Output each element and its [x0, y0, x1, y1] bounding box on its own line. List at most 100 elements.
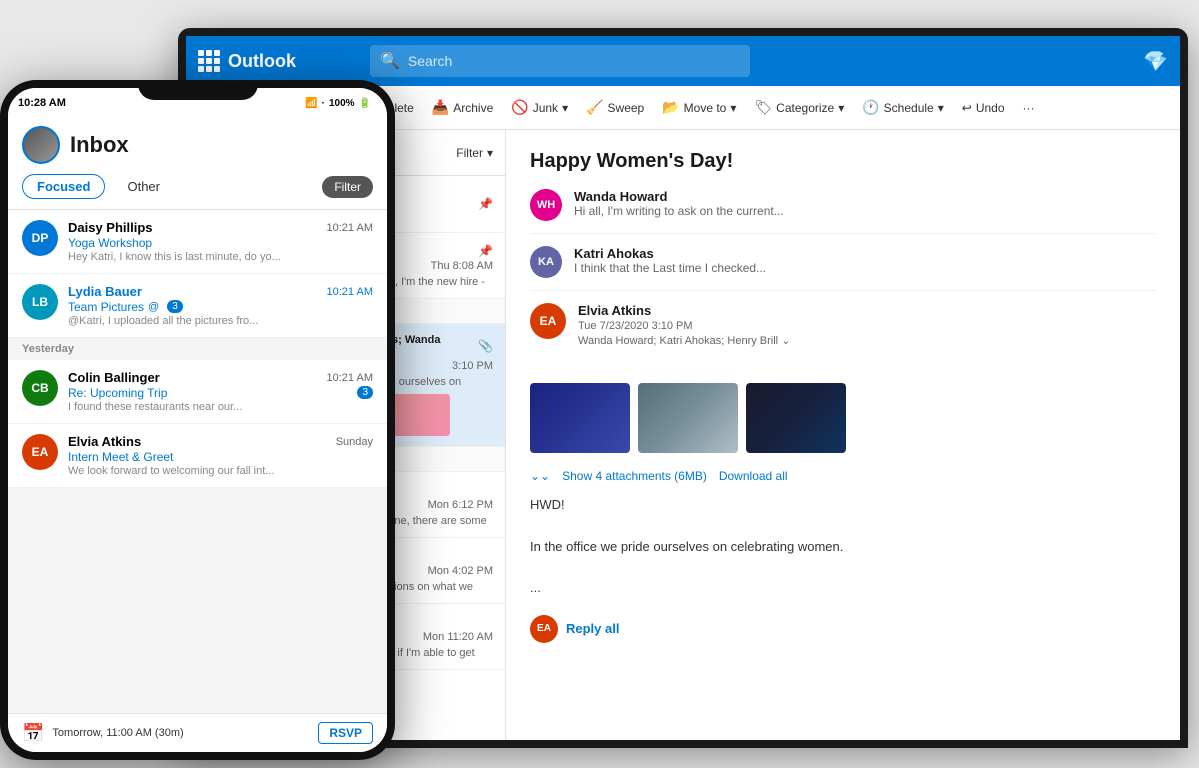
reading-sender-row: WH Wanda Howard Hi all, I'm writing to a…	[530, 189, 1156, 234]
signal-icon: 📶	[305, 98, 317, 109]
pin-icon[interactable]: 📌	[478, 197, 493, 211]
archive-icon: 📥	[432, 99, 449, 116]
email-time: 3:10 PM	[452, 360, 493, 372]
avatar: DP	[22, 220, 58, 256]
undo-icon: ↩	[962, 101, 972, 115]
reading-pane: Happy Women's Day! WH Wanda Howard Hi al…	[506, 130, 1180, 740]
outlook-logo-area: Outlook	[198, 50, 358, 72]
junk-button[interactable]: 🚫 Junk ▾	[503, 95, 576, 120]
unread-badge: 3	[357, 386, 373, 399]
reading-sender-row: KA Katri Ahokas I think that the Last ti…	[530, 246, 1156, 291]
move-chevron-icon: ▾	[730, 101, 736, 115]
outlook-header: Outlook 🔍 💎	[186, 36, 1180, 86]
undo-button[interactable]: ↩ Undo	[954, 97, 1013, 119]
schedule-button[interactable]: 🕐 Schedule ▾	[854, 95, 952, 120]
avatar: EA	[530, 615, 558, 643]
phone-inbox-header: Inbox Focused Other Filter	[8, 118, 387, 210]
phone-notch	[138, 80, 258, 100]
phone-email-item[interactable]: DP Daisy Phillips 10:21 AM Yoga Workshop…	[8, 210, 387, 274]
avatar: WH	[530, 189, 562, 221]
rsvp-button[interactable]: RSVP	[318, 722, 373, 744]
reply-all-button[interactable]: Reply all	[566, 621, 619, 636]
sender-name: Katri Ahokas	[574, 246, 766, 261]
avatar: LB	[22, 284, 58, 320]
phone-sender: Lydia Bauer	[68, 284, 142, 299]
phone-filter-button[interactable]: Filter	[322, 176, 373, 198]
archive-button[interactable]: 📥 Archive	[424, 95, 501, 120]
avatar: KA	[530, 246, 562, 278]
schedule-icon: 🕐	[862, 99, 879, 116]
reading-sender-main: EA Elvia Atkins Tue 7/23/2020 3:10 PM Wa…	[530, 303, 1156, 359]
phone-tab-other[interactable]: Other	[113, 175, 174, 198]
phone-subject: Intern Meet & Greet	[68, 450, 373, 464]
phone-preview: Hey Katri, I know this is last minute, d…	[68, 251, 373, 263]
phone-subject: Team Pictures	[68, 300, 144, 314]
email-time: Mon 4:02 PM	[428, 565, 493, 577]
sweep-icon: 🧹	[586, 99, 603, 116]
avatar: CB	[22, 370, 58, 406]
waffle-icon[interactable]	[198, 50, 220, 72]
attachments-label[interactable]: Show 4 attachments (6MB)	[562, 469, 707, 483]
phone-shell: 10:28 AM 📶 · 100% 🔋 Inbox Focused Other …	[0, 80, 395, 760]
phone-preview: @Katri, I uploaded all the pictures fro.…	[68, 315, 373, 327]
phone-email-item[interactable]: EA Elvia Atkins Sunday Intern Meet & Gre…	[8, 424, 387, 488]
junk-icon: 🚫	[511, 99, 528, 116]
sweep-button[interactable]: 🧹 Sweep	[578, 95, 652, 120]
more-actions-button[interactable]: ···	[1015, 97, 1043, 119]
email-reading-subject: Happy Women's Day!	[530, 150, 1156, 173]
reading-image-2	[638, 383, 738, 453]
search-icon: 🔍	[380, 51, 400, 71]
at-mention-icon: @	[148, 301, 159, 313]
categorize-chevron-icon: ▾	[838, 101, 844, 115]
filter-button[interactable]: Filter ▾	[456, 146, 493, 160]
schedule-chevron-icon: ▾	[938, 101, 944, 115]
sender-preview: I think that the Last time I checked...	[574, 261, 766, 275]
show-attachments-icon: ⌄⌄	[530, 469, 550, 483]
reading-images	[530, 383, 1156, 453]
phone-calendar-text: Tomorrow, 11:00 AM (30m)	[52, 727, 310, 739]
phone-time: 10:28 AM	[18, 97, 66, 109]
attachments-row: ⌄⌄ Show 4 attachments (6MB) Download all	[530, 469, 1156, 483]
phone-preview: We look forward to welcoming our fall in…	[68, 465, 373, 477]
pin-icon[interactable]: 📌	[478, 244, 493, 258]
sender-name: Elvia Atkins	[578, 303, 790, 318]
email-time: Mon 11:20 AM	[423, 631, 493, 643]
phone-user-avatar[interactable]	[22, 126, 60, 164]
email-thumbnail	[390, 394, 450, 436]
move-icon: 📂	[662, 99, 679, 116]
search-input[interactable]	[408, 53, 740, 69]
phone-tabs: Focused Other Filter	[22, 174, 373, 199]
sender-name: Wanda Howard	[574, 189, 784, 204]
reply-all-row: EA Reply all	[530, 615, 1156, 643]
email-time: Mon 6:12 PM	[428, 499, 493, 511]
phone-sender: Colin Ballinger	[68, 370, 160, 385]
phone-time: Sunday	[336, 436, 373, 448]
reading-image-3	[746, 383, 846, 453]
filter-chevron-icon: ▾	[487, 146, 493, 160]
phone-subject: Yoga Workshop	[68, 236, 373, 250]
status-icons: 📶 · 100% 🔋	[305, 98, 371, 109]
download-all-link[interactable]: Download all	[719, 469, 788, 483]
phone-bottom-bar: 📅 Tomorrow, 11:00 AM (30m) RSVP	[8, 713, 387, 752]
phone-email-item[interactable]: LB Lydia Bauer 10:21 AM Team Pictures @ …	[8, 274, 387, 338]
premium-icon[interactable]: 💎	[1143, 49, 1168, 74]
phone-email-item[interactable]: CB Colin Ballinger 10:21 AM Re: Upcoming…	[8, 360, 387, 424]
unread-badge: 3	[167, 300, 183, 313]
reading-body: HWD! In the office we pride ourselves on…	[530, 495, 1156, 599]
phone-screen: 10:28 AM 📶 · 100% 🔋 Inbox Focused Other …	[8, 88, 387, 752]
email-time: Thu 8:08 AM	[431, 260, 493, 272]
expand-recipients-icon[interactable]: ⌄	[781, 335, 790, 347]
categorize-button[interactable]: 🏷 Categorize ▾	[746, 95, 852, 120]
phone-sender: Daisy Phillips	[68, 220, 153, 235]
phone-time: 10:21 AM	[327, 372, 373, 384]
phone-tab-focused[interactable]: Focused	[22, 174, 105, 199]
move-to-button[interactable]: 📂 Move to ▾	[654, 95, 744, 120]
phone-inbox-avatar-row: Inbox	[22, 126, 373, 164]
email-date: Tue 7/23/2020 3:10 PM	[578, 320, 790, 332]
search-bar[interactable]: 🔍	[370, 45, 750, 77]
phone-inbox-title: Inbox	[70, 132, 129, 158]
calendar-icon: 📅	[22, 723, 44, 744]
phone-section-yesterday: Yesterday	[8, 338, 387, 360]
battery-icon: 🔋	[359, 98, 371, 109]
email-recipients: Wanda Howard; Katri Ahokas; Henry Brill …	[578, 334, 790, 347]
